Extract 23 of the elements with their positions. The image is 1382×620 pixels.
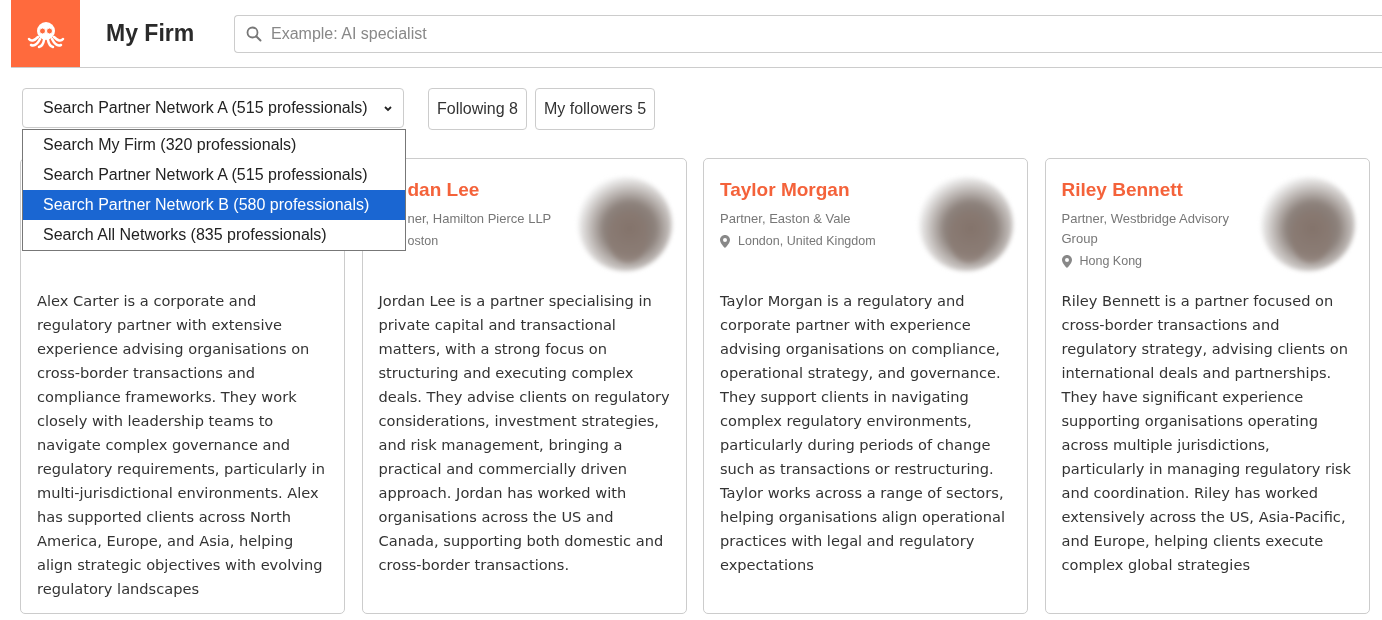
- follow-button[interactable]: My followers 5: [534, 88, 656, 130]
- profile-title: Partner, Westbridge Advisory Group: [1061, 210, 1230, 248]
- search-field[interactable]: Example: AI specialist: [234, 14, 1382, 53]
- profile-location: London, United Kingdom: [738, 234, 876, 248]
- dropdown-option[interactable]: Search Partner Network A (515 professionals): [23, 160, 405, 190]
- profile-location: oston: [407, 234, 439, 248]
- follow-button[interactable]: Following 8: [428, 88, 527, 130]
- profile-bio: Alex Carter is a corporate and regulatory partner with extensive experience advising organisations on cross-border transactions and compliance frameworks. They work closely with leadership teams to navigate complex governance and regulatory requirements, particularly in multi-jurisdictional environments. Alex has supported clients across North America, Europe, and Asia, helping align strategic objectives with evolving regulatory landscapes: [37, 291, 326, 599]
- location-pin-icon: [720, 234, 730, 248]
- logo-tile[interactable]: [11, 0, 80, 67]
- chevron-icon: [383, 104, 393, 112]
- location-pin-icon: [1061, 254, 1072, 268]
- network-select[interactable]: Search Partner Network A (515 professionals): [22, 88, 404, 128]
- dropdown-option[interactable]: Search My Firm (320 professionals): [23, 130, 405, 160]
- dropdown-option[interactable]: Search All Networks (835 professionals): [23, 220, 405, 250]
- profile-bio: Riley Bennett is a partner focused on cross-border transactions and regulatory strategy, advising clients on international deals and partnerships. They have significant experience supporting organisations operating across multiple jurisdictions, particularly in managing regulatory risk and coordination. Riley has worked extensively across the US, Asia-Pacific, and Europe, helping clients execute complex global strategies: [1061, 291, 1353, 575]
- profile-bio: Jordan Lee is a partner specialising in private capital and transactional matters, with a strong focus on structuring and executing complex deals. They advise clients on regulatory considerations, investment strategies, and risk management, bringing a practical and commercially driven approach. Jordan has worked with organisations across the US and Canada, supporting both domestic and cross-border transactions.: [378, 291, 671, 575]
- profile-bio: Taylor Morgan is a regulatory and corporate partner with experience advising organisations on compliance, operational strategy, and governance. They support clients in navigating complex regulatory environments, particularly during periods of change such as transactions or restructuring. Taylor works across a range of sectors, helping organisations align operational practices with legal and regulatory expectations: [720, 291, 1006, 575]
- page-title: My Firm: [106, 20, 196, 47]
- profile-title: ner, Hamilton Pierce LLP: [407, 210, 553, 228]
- profile-location: Hong Kong: [1079, 254, 1143, 268]
- dropdown-option[interactable]: Search Partner Network B (580 professionals): [23, 190, 405, 220]
- profile-title: Partner, Easton & Vale: [720, 210, 852, 228]
